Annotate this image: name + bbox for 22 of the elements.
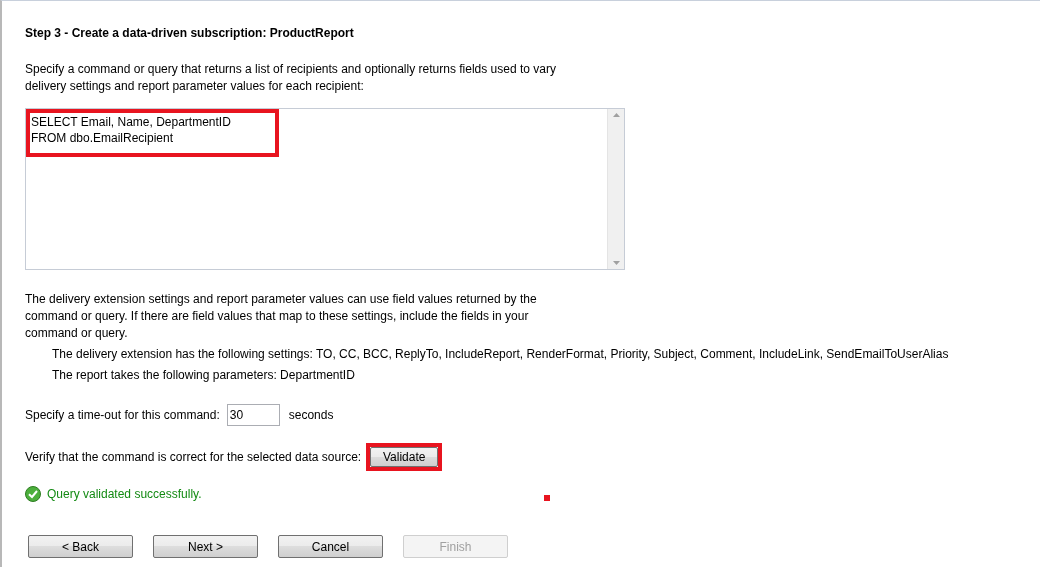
verify-label: Verify that the command is correct for the selected data source: xyxy=(25,450,362,464)
explanation-text: The delivery extension settings and report parameter values can use field values returned by the command or query. If there are field values that map to these settings, include the fields in your command or query. xyxy=(25,291,538,342)
query-line: SELECT Email, Name, DepartmentID xyxy=(31,114,232,130)
scrollbar[interactable] xyxy=(607,109,624,269)
instruction-text: Specify a command or query that returns a list of recipients and optionally returns fields used to vary delivery settings and report parameter values for each recipient: xyxy=(25,61,557,95)
scroll-up-icon[interactable] xyxy=(612,113,620,117)
validate-button[interactable]: Validate xyxy=(370,447,439,467)
scroll-down-icon[interactable] xyxy=(612,261,620,265)
query-line: FROM dbo.EmailRecipient xyxy=(31,130,175,146)
query-text-area[interactable]: SELECT Email, Name, DepartmentID FROM dbo.EmailRecipient xyxy=(25,108,625,270)
detail-text: The delivery extension has the following settings: TO, CC, BCC, ReplyTo, IncludeReport, RenderFormat, Priority, Subject, Comment, IncludeLink, SendEmailToUserAlias xyxy=(52,346,950,363)
check-icon xyxy=(25,486,41,502)
detail-text: The report takes the following parameters: DepartmentID xyxy=(52,367,356,384)
annotation-marker xyxy=(544,495,550,501)
wizard-button[interactable]: Next > xyxy=(153,535,258,558)
timeout-label: Specify a time-out for this command: xyxy=(25,408,220,422)
step-title: Step 3 - Create a data-driven subscription: ProductReport xyxy=(25,26,355,40)
timeout-field[interactable]: 30 xyxy=(226,404,280,426)
wizard-button[interactable]: < Back xyxy=(28,535,133,558)
wizard-button[interactable]: Cancel xyxy=(278,535,383,558)
status-message: Query validated successfully. xyxy=(47,487,202,501)
timeout-unit: seconds xyxy=(288,408,334,422)
